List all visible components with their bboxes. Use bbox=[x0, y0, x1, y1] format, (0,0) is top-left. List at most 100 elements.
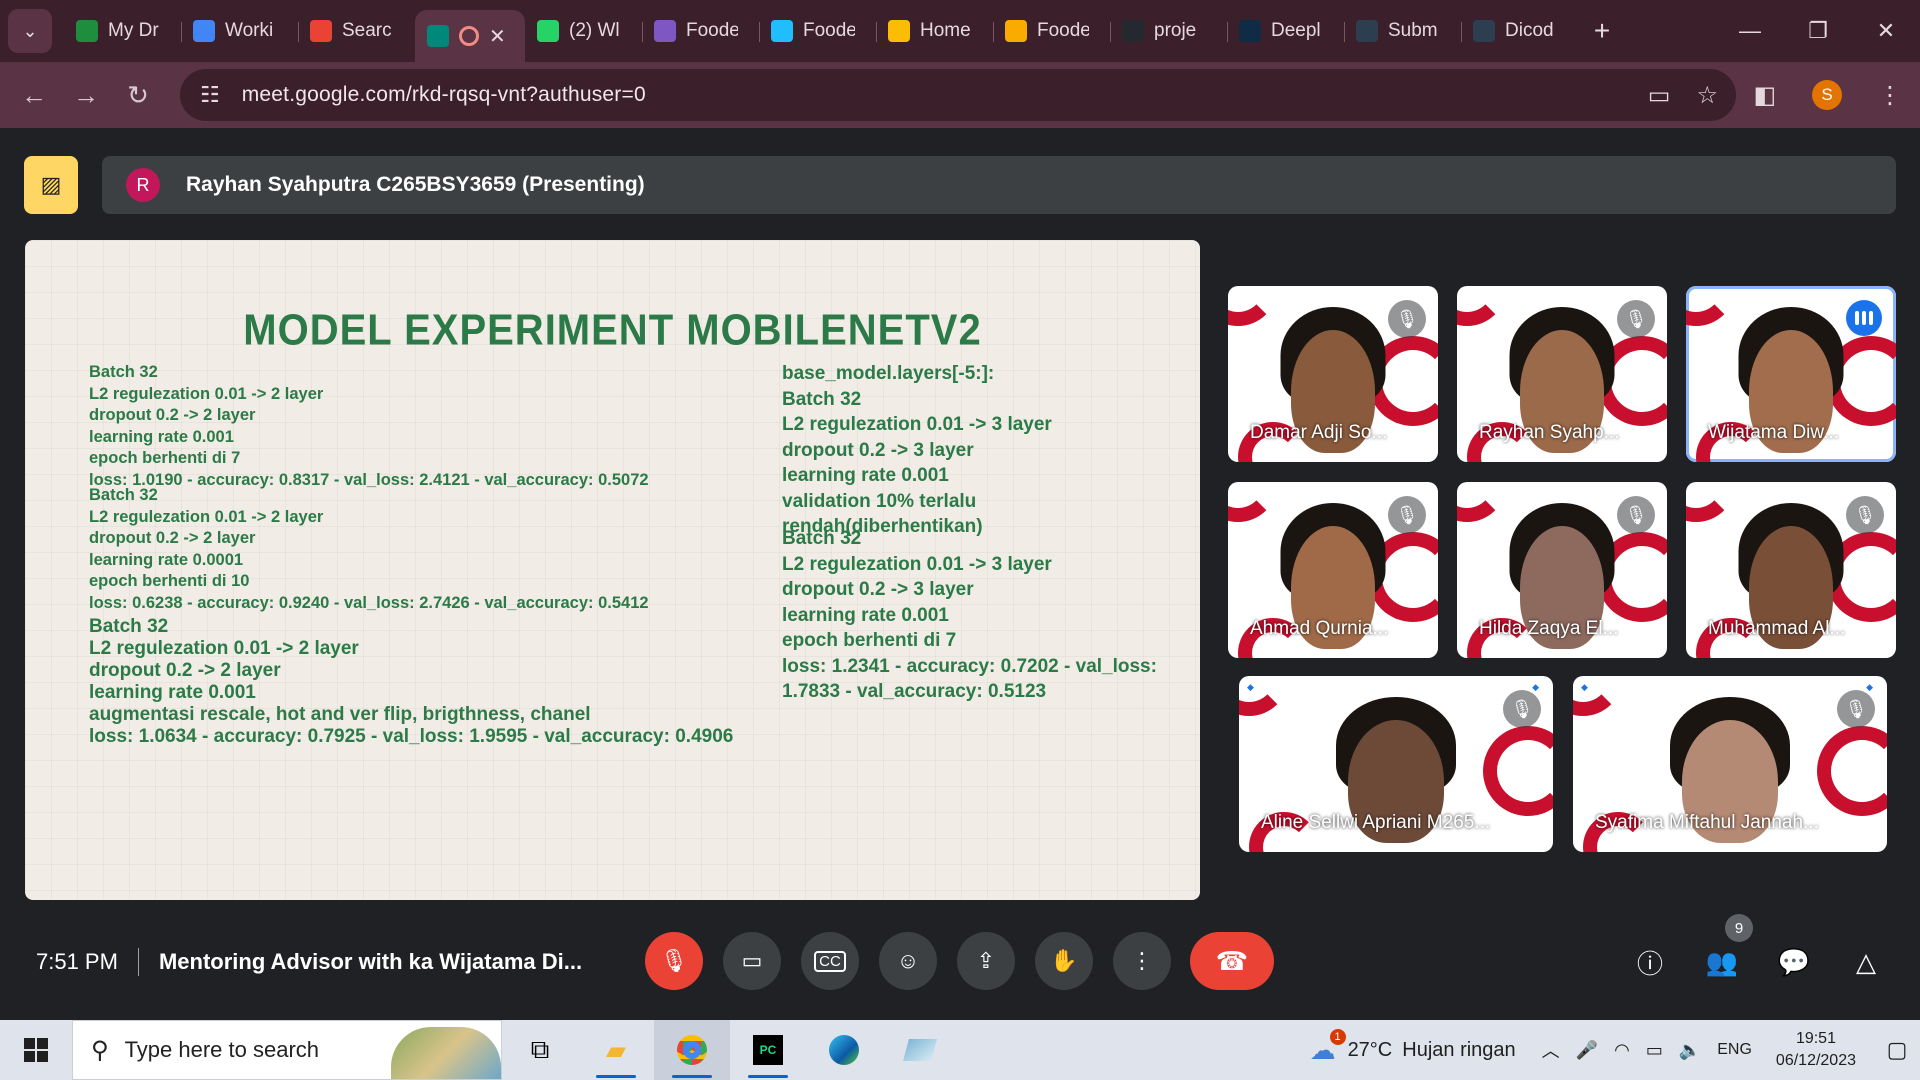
show-hidden-icons-chevron-icon[interactable]: ︿ bbox=[1542, 1037, 1560, 1063]
site-info-icon[interactable]: ☷ bbox=[200, 82, 220, 108]
windows-taskbar: ⚲ Type here to search ⧉ ▰ PC ☁ 1 27°C Hu… bbox=[0, 1020, 1920, 1080]
browser-tab[interactable]: proje bbox=[1110, 8, 1227, 54]
back-arrow-icon[interactable]: ← bbox=[8, 80, 60, 111]
tab-label: Foode bbox=[1037, 20, 1089, 41]
microphone-off-button[interactable]: 🎙 bbox=[645, 932, 703, 990]
mic-muted-icon: 🎙 bbox=[1503, 690, 1541, 728]
background-ring-decoration bbox=[1817, 726, 1887, 816]
weather-widget[interactable]: ☁ 1 27°C Hujan ringan bbox=[1310, 1028, 1516, 1066]
browser-menu-icon[interactable]: ⋮ bbox=[1878, 81, 1902, 110]
battery-icon[interactable]: ▭ bbox=[1646, 1040, 1663, 1061]
participant-tile[interactable]: 🎙 Rayhan Syahp... bbox=[1457, 286, 1667, 462]
reload-icon[interactable]: ↻ bbox=[112, 80, 164, 111]
pycharm-button[interactable]: PC bbox=[730, 1020, 806, 1080]
browser-tab[interactable]: Worki bbox=[181, 8, 298, 54]
profile-avatar[interactable]: S bbox=[1812, 80, 1842, 110]
participant-tile[interactable]: 🎙 Muhammad Al... bbox=[1686, 482, 1896, 658]
participant-tile[interactable]: 🎙 Ahmad Qurnia... bbox=[1228, 482, 1438, 658]
slide-text-line: learning rate 0.001 bbox=[782, 465, 949, 486]
participant-tile[interactable]: Wijatama Diw... bbox=[1686, 286, 1896, 462]
close-window-icon[interactable]: ✕ bbox=[1852, 0, 1920, 62]
slide-text-line: dropout 0.2 -> 2 layer bbox=[89, 406, 256, 424]
participant-tile[interactable]: 🎙 Damar Adji So... bbox=[1228, 286, 1438, 462]
edge-icon bbox=[829, 1035, 859, 1065]
camera-button[interactable]: ▭ bbox=[723, 932, 781, 990]
raise-hand-icon: ✋ bbox=[1050, 948, 1078, 973]
participant-tile[interactable]: ◆ ◆ 🎙 Aline Sellwi Apriani M265... bbox=[1239, 676, 1553, 852]
search-icon: ⚲ bbox=[91, 1036, 109, 1064]
tab-search-chevron-icon[interactable]: ⌄ bbox=[8, 9, 52, 53]
start-button[interactable] bbox=[0, 1020, 72, 1080]
reactions-button[interactable]: ☺ bbox=[879, 932, 937, 990]
browser-tab[interactable]: Subm bbox=[1344, 8, 1461, 54]
presentation-indicator-icon[interactable]: ▨ bbox=[24, 156, 78, 214]
kaggle-icon bbox=[771, 20, 793, 42]
clock[interactable]: 19:51 06/12/2023 bbox=[1776, 1028, 1856, 1072]
browser-tab[interactable]: Home bbox=[876, 8, 993, 54]
participant-tile[interactable]: ◆ ◆ 🎙 Syafima Miftahul Jannah... bbox=[1573, 676, 1887, 852]
app-icon bbox=[903, 1039, 937, 1061]
tab-label: proje bbox=[1154, 20, 1197, 41]
search-placeholder[interactable]: Type here to search bbox=[125, 1037, 319, 1063]
browser-tab[interactable]: Foode bbox=[993, 8, 1110, 54]
google-drive-icon bbox=[76, 20, 98, 42]
people-button[interactable]: 👥 bbox=[1698, 938, 1746, 986]
mic-muted-icon: 🎙 bbox=[1388, 300, 1426, 338]
browser-tab[interactable]: Foode bbox=[759, 8, 876, 54]
notification-icon[interactable]: ▢ bbox=[1874, 1037, 1920, 1063]
file-explorer-button[interactable]: ▰ bbox=[578, 1020, 654, 1080]
info-icon: ⓘ bbox=[1636, 948, 1663, 979]
side-panel-icon[interactable]: ◧ bbox=[1753, 81, 1776, 110]
bookmark-star-icon[interactable]: ☆ bbox=[1696, 81, 1718, 110]
browser-tab[interactable]: My Dr bbox=[64, 8, 181, 54]
more-options-button[interactable]: ⋮ bbox=[1113, 932, 1171, 990]
participant-name: Ahmad Qurnia... bbox=[1250, 618, 1389, 639]
captions-button[interactable]: CC bbox=[801, 932, 859, 990]
language-indicator[interactable]: ENG bbox=[1717, 1041, 1752, 1059]
slide-text-line: L2 regulezation 0.01 -> 3 layer bbox=[782, 414, 1052, 435]
task-view-button[interactable]: ⧉ bbox=[502, 1020, 578, 1080]
wifi-icon[interactable]: ◠ bbox=[1614, 1040, 1630, 1061]
activities-button[interactable]: △ bbox=[1842, 938, 1890, 986]
mic-muted-icon: 🎙 bbox=[1617, 300, 1655, 338]
chrome-button[interactable] bbox=[654, 1020, 730, 1080]
restore-icon[interactable]: ❐ bbox=[1784, 0, 1852, 62]
camera-in-use-icon[interactable]: ▭ bbox=[1648, 81, 1671, 110]
browser-tab[interactable]: Deepl bbox=[1227, 8, 1344, 54]
browser-tab[interactable]: Searc bbox=[298, 8, 415, 54]
meet-window: ▨ R Rayhan Syahputra C265BSY3659 (Presen… bbox=[0, 128, 1920, 1020]
speaker-icon[interactable]: 🔈 bbox=[1679, 1040, 1701, 1061]
microphone-icon[interactable]: 🎤 bbox=[1576, 1040, 1598, 1061]
browser-tab[interactable]: Foode bbox=[642, 8, 759, 54]
experiment-block-3: Batch 32 L2 regulezation 0.01 -> 2 layer d… bbox=[89, 616, 733, 748]
slide-text-line: validation 10% terlalu bbox=[782, 490, 977, 512]
address-bar[interactable]: ☷ meet.google.com/rkd-rqsq-vnt?authuser=… bbox=[180, 69, 1736, 121]
taskbar-search[interactable]: ⚲ Type here to search bbox=[72, 1020, 502, 1080]
speaking-indicator-icon bbox=[1846, 300, 1882, 336]
url-text[interactable]: meet.google.com/rkd-rqsq-vnt?authuser=0 bbox=[242, 83, 646, 107]
new-tab-button[interactable]: + bbox=[1582, 15, 1622, 47]
leave-call-button[interactable]: ☎ bbox=[1190, 932, 1274, 990]
browser-tab[interactable]: ✕ bbox=[415, 10, 525, 62]
windows-logo-icon bbox=[24, 1038, 48, 1062]
chat-button[interactable]: 💬 bbox=[1770, 938, 1818, 986]
smiley-icon: ☺ bbox=[896, 948, 920, 973]
edge-button[interactable] bbox=[806, 1020, 882, 1080]
browser-tab[interactable]: Dicod bbox=[1461, 8, 1578, 54]
video-camera-icon: ▭ bbox=[741, 948, 763, 973]
presenter-avatar: R bbox=[126, 168, 160, 202]
weather-condition: Hujan ringan bbox=[1402, 1038, 1516, 1061]
minimize-icon[interactable]: — bbox=[1716, 0, 1784, 62]
raise-hand-button[interactable]: ✋ bbox=[1035, 932, 1093, 990]
meeting-details-button[interactable]: ⓘ bbox=[1626, 938, 1674, 986]
task-view-icon: ⧉ bbox=[530, 1034, 550, 1064]
present-screen-button[interactable]: ⇪ bbox=[957, 932, 1015, 990]
participant-tile[interactable]: 🎙 Hilda Zaqya El... bbox=[1457, 482, 1667, 658]
close-tab-icon[interactable]: ✕ bbox=[489, 24, 506, 49]
slide-text-line: epoch berhenti di 7 bbox=[89, 449, 241, 467]
slide-text-line: loss: 0.6238 - accuracy: 0.9240 - val_lo… bbox=[89, 593, 649, 612]
browser-tab[interactable]: (2) Wl bbox=[525, 8, 642, 54]
forward-arrow-icon[interactable]: → bbox=[60, 80, 112, 111]
app-button[interactable] bbox=[882, 1020, 958, 1080]
tab-label: Dicod bbox=[1505, 20, 1554, 41]
